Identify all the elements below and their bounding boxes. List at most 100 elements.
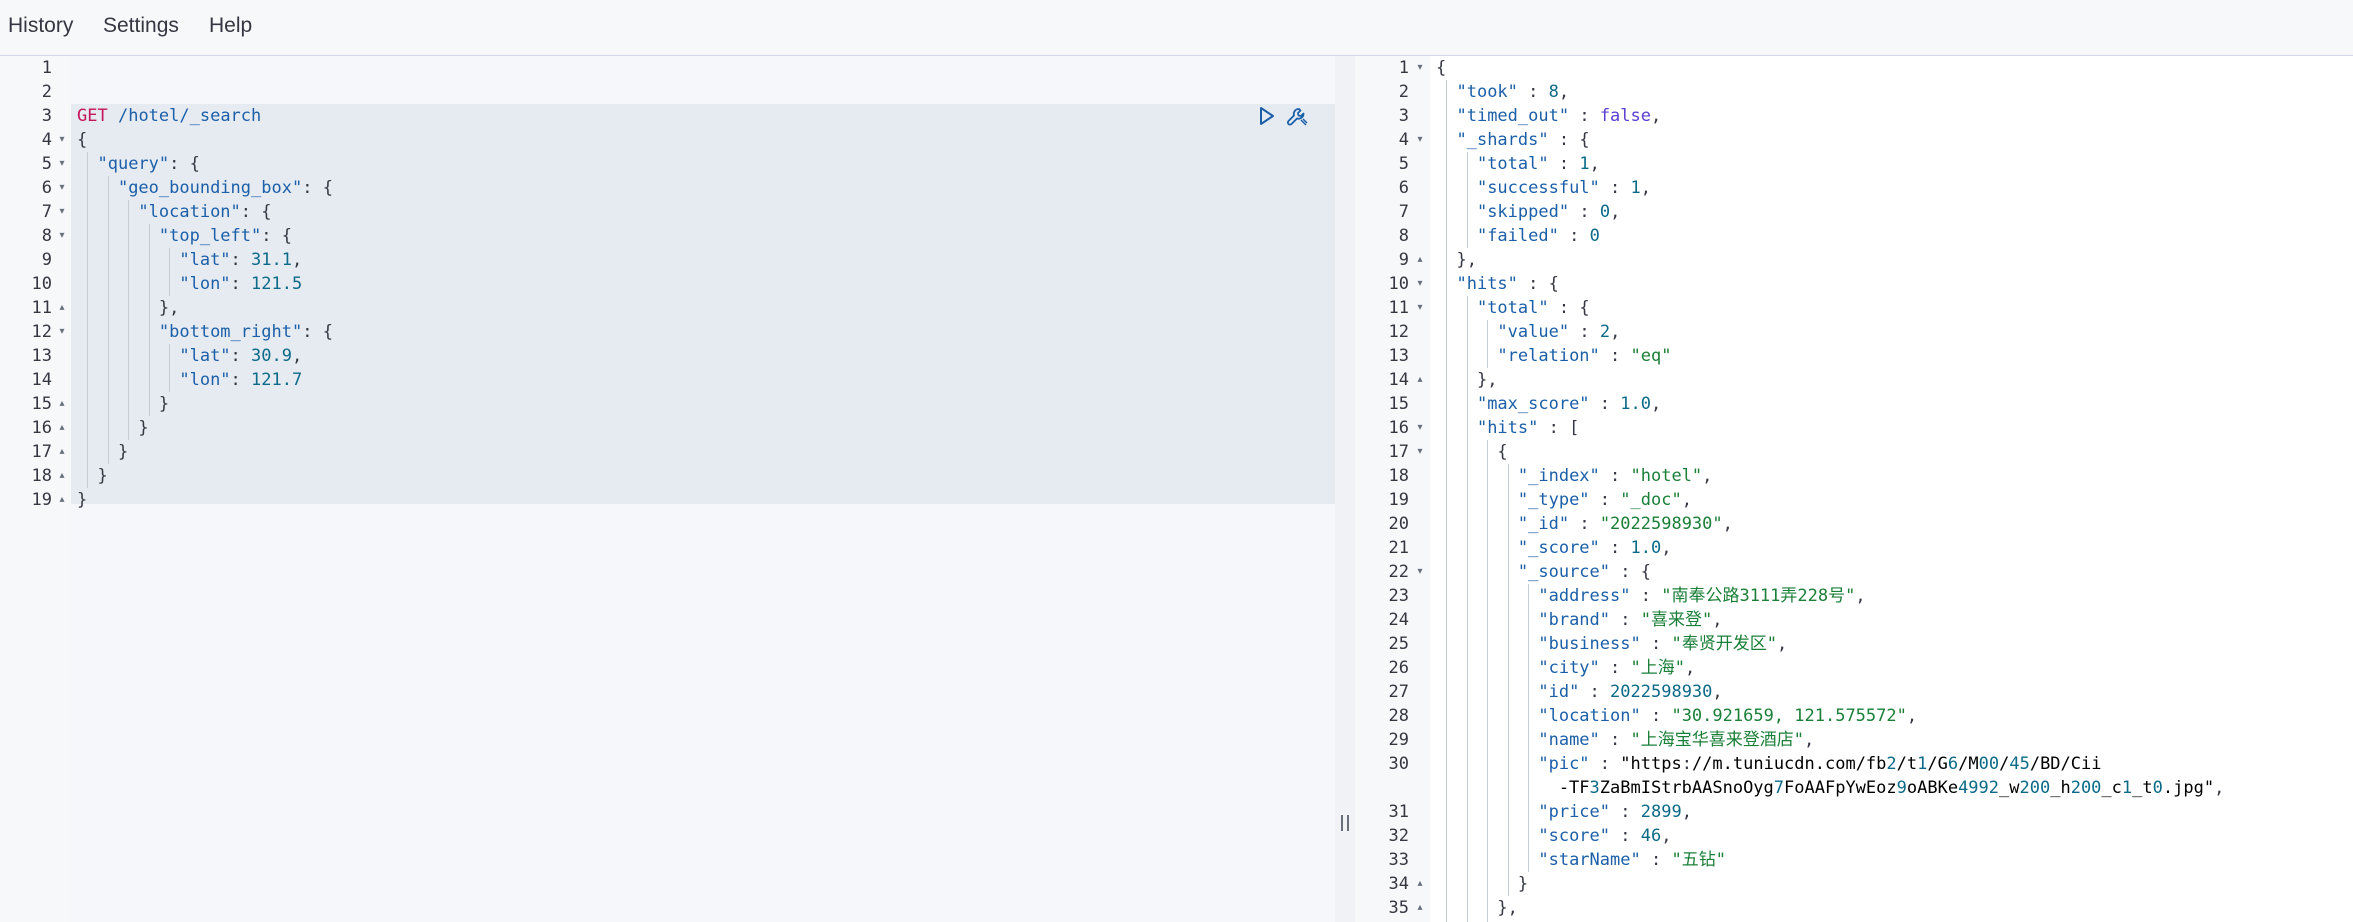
line-number: 1 [41,58,52,78]
code-line[interactable]: "skipped" : 0, [1436,200,1620,224]
code-line[interactable]: "total" : { [1436,296,1590,320]
fold-open-icon[interactable]: ▾ [55,128,69,152]
code-line[interactable]: "brand" : "喜来登", [1436,608,1722,632]
code-line[interactable]: "successful" : 1, [1436,176,1651,200]
fold-close-icon[interactable]: ▴ [1413,248,1427,272]
pane-divider[interactable] [1335,56,1355,922]
fold-open-icon[interactable]: ▾ [55,152,69,176]
code-line[interactable]: "query": { [77,152,199,176]
code-line[interactable]: "_score" : 1.0, [1436,536,1672,560]
menu-history[interactable]: History [8,14,73,38]
code-line[interactable]: "lat": 30.9, [77,344,302,368]
code-line[interactable]: } [77,488,87,512]
line-number: 12 [1388,322,1409,342]
line-number: 24 [1388,610,1409,630]
fold-close-icon[interactable]: ▴ [1413,872,1427,896]
fold-close-icon[interactable]: ▴ [55,416,69,440]
fold-open-icon[interactable]: ▾ [55,176,69,200]
fold-close-icon[interactable]: ▴ [55,488,69,512]
code-line[interactable]: -TF3ZaBmIStrbAASnoOyg7FoAAFpYwEoz9oABKe4… [1436,776,2225,800]
code-line[interactable]: "took" : 8, [1436,80,1569,104]
fold-open-icon[interactable]: ▾ [1413,56,1427,80]
fold-open-icon[interactable]: ▾ [55,320,69,344]
code-line[interactable]: "timed_out" : false, [1436,104,1661,128]
code-line[interactable]: "max_score" : 1.0, [1436,392,1661,416]
fold-open-icon[interactable]: ▾ [55,200,69,224]
code-line[interactable]: "starName" : "五钻" [1436,848,1726,872]
indent-guide [1446,80,1448,922]
code-line[interactable]: "lon": 121.5 [77,272,302,296]
code-line[interactable]: } [1436,872,1528,896]
code-line[interactable]: "city" : "上海", [1436,656,1695,680]
fold-close-icon[interactable]: ▴ [55,392,69,416]
fold-close-icon[interactable]: ▴ [55,440,69,464]
menu-settings[interactable]: Settings [103,14,179,38]
request-line[interactable]: GET /hotel/_search [77,104,261,128]
line-number: 3 [1398,106,1409,126]
fold-open-icon[interactable]: ▾ [55,224,69,248]
line-number: 30 [1388,754,1409,774]
resize-handle-icon[interactable] [1341,815,1349,831]
code-line[interactable]: "id" : 2022598930, [1436,680,1722,704]
code-line[interactable]: "bottom_right": { [77,320,333,344]
code-line[interactable]: "lon": 121.7 [77,368,302,392]
fold-open-icon[interactable]: ▾ [1413,440,1427,464]
code-line[interactable]: } [77,440,128,464]
code-line[interactable]: "pic" : "https://m.tuniucdn.com/fb2/t1/G… [1436,752,2101,776]
wrench-icon[interactable] [1285,105,1309,129]
code-line[interactable]: }, [1436,896,1518,920]
code-line[interactable]: "value" : 2, [1436,320,1620,344]
code-line[interactable]: "lat": 31.1, [77,248,302,272]
code-line[interactable]: { [77,128,87,152]
line-number: 14 [31,370,52,390]
code-line[interactable]: "_index" : "hotel", [1436,464,1713,488]
line-number: 15 [31,394,52,414]
indent-guide [107,176,109,464]
indent-guide [1466,296,1468,922]
code-line[interactable]: "name" : "上海宝华喜来登酒店", [1436,728,1814,752]
line-number: 18 [1388,466,1409,486]
line-number: 3 [41,106,52,126]
fold-open-icon[interactable]: ▾ [1413,272,1427,296]
code-line[interactable]: "price" : 2899, [1436,800,1692,824]
code-line[interactable]: "_source" : { [1436,560,1651,584]
code-line[interactable]: } [77,464,107,488]
fold-close-icon[interactable]: ▴ [1413,368,1427,392]
fold-open-icon[interactable]: ▾ [1413,416,1427,440]
code-line[interactable]: "address" : "南奉公路3111弄228号", [1436,584,1865,608]
code-line[interactable]: "relation" : "eq" [1436,344,1671,368]
line-number: 4 [41,130,52,150]
code-line[interactable]: "business" : "奉贤开发区", [1436,632,1787,656]
code-line[interactable]: } [77,392,169,416]
fold-open-icon[interactable]: ▾ [1413,128,1427,152]
line-number: 33 [1388,850,1409,870]
line-number: 23 [1388,586,1409,606]
response-viewer[interactable]: 1{▾ 2 "took" : 8, 3 "timed_out" : false, 4 … [1355,56,2353,922]
code-line[interactable]: "score" : 46, [1436,824,1671,848]
play-icon[interactable] [1258,105,1276,127]
code-line[interactable]: "_id" : "2022598930", [1436,512,1733,536]
code-line[interactable]: "total" : 1, [1436,152,1600,176]
fold-open-icon[interactable]: ▾ [1413,296,1427,320]
fold-close-icon[interactable]: ▴ [1413,896,1427,920]
line-number: 19 [1388,490,1409,510]
request-editor[interactable]: 1 2 3 4 5 6 7 8 9 10 11 12 13 14 15 16 17 18 19 GET /hotel/… [0,56,1335,922]
code-line[interactable]: }, [1436,248,1477,272]
code-line[interactable]: "_shards" : { [1436,128,1589,152]
line-number: 8 [1398,226,1409,246]
line-number: 27 [1388,682,1409,702]
code-line[interactable]: "failed" : 0 [1436,224,1600,248]
code-line[interactable]: "hits" : [ [1436,416,1579,440]
fold-close-icon[interactable]: ▴ [55,296,69,320]
fold-open-icon[interactable]: ▾ [1413,560,1427,584]
code-line[interactable]: "location": { [77,200,271,224]
line-number: 25 [1388,634,1409,654]
code-line[interactable]: "_type" : "_doc", [1436,488,1692,512]
code-line[interactable]: "top_left": { [77,224,292,248]
code-line[interactable]: "geo_bounding_box": { [77,176,333,200]
menu-help[interactable]: Help [209,14,252,38]
code-line[interactable]: { [1436,56,1446,80]
code-line[interactable]: "hits" : { [1436,272,1558,296]
line-number: 21 [1388,538,1409,558]
fold-close-icon[interactable]: ▴ [55,464,69,488]
